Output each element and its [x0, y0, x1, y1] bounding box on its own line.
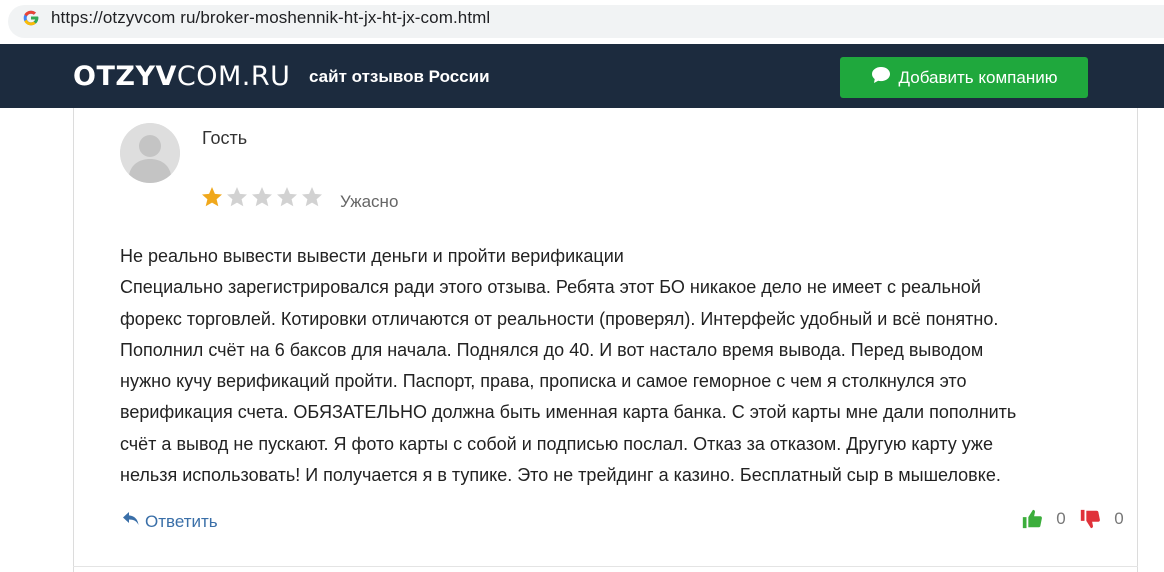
dislikes-count: 0 [1114, 509, 1124, 528]
content-divider-left [73, 108, 74, 572]
review-body-line: Специально зарегистрировался ради этого … [120, 277, 981, 298]
star-filled-icon [202, 187, 222, 207]
review-text: Не реально вывести вывести деньги и прой… [120, 241, 1130, 491]
vote-controls: 0 0 [1019, 506, 1135, 532]
review-title: Не реально вывести вывести деньги и прой… [120, 246, 624, 266]
site-tagline: сайт отзывов России [309, 67, 490, 86]
site-header: OTZYVCOM.RU сайт отзывов России Добавить… [0, 44, 1164, 108]
content-divider-bottom [73, 566, 1138, 567]
reply-arrow-icon [122, 511, 140, 532]
content-divider-right [1137, 108, 1138, 572]
browser-address-bar: https://otzyvcom ru/broker-moshennik-ht-… [0, 0, 1164, 44]
reply-label: Ответить [145, 511, 218, 531]
star-empty-icon [302, 187, 322, 207]
star-empty-icon [277, 187, 297, 207]
thumbs-up-icon[interactable] [1019, 506, 1045, 532]
google-g-icon [22, 9, 40, 27]
review-body-line: нужно кучу верификаций пройти. Паспорт, … [120, 371, 967, 392]
add-company-label: Добавить компанию [898, 67, 1058, 87]
rating-stars [200, 185, 324, 209]
review-body-line: верификация счета. ОБЯЗАТЕЛЬНО должна бы… [120, 402, 1017, 423]
review-body-line: нельзя использовать! И получается я в ту… [120, 465, 1001, 486]
likes-count: 0 [1056, 509, 1066, 528]
review-body-line: Пополнил счёт на 6 баксов для начала. По… [120, 339, 984, 360]
review-author: Гость [202, 128, 248, 148]
review-body-line: счёт а вывод не пускают. Я фото карты с … [120, 433, 993, 454]
site-logo[interactable]: OTZYVCOM.RU [73, 61, 290, 92]
rating-label: Ужасно [340, 192, 399, 211]
user-avatar-icon [120, 123, 180, 183]
add-company-button[interactable]: Добавить компанию [840, 57, 1088, 98]
star-empty-icon [227, 187, 247, 207]
chat-bubble-icon [871, 66, 891, 89]
reply-button[interactable]: Ответить [122, 511, 218, 532]
url-text[interactable]: https://otzyvcom ru/broker-moshennik-ht-… [51, 8, 490, 28]
thumbs-down-icon[interactable] [1077, 506, 1103, 532]
star-empty-icon [252, 187, 272, 207]
review-body-line: форекс торговлей. Котировки отличаются о… [120, 308, 999, 329]
